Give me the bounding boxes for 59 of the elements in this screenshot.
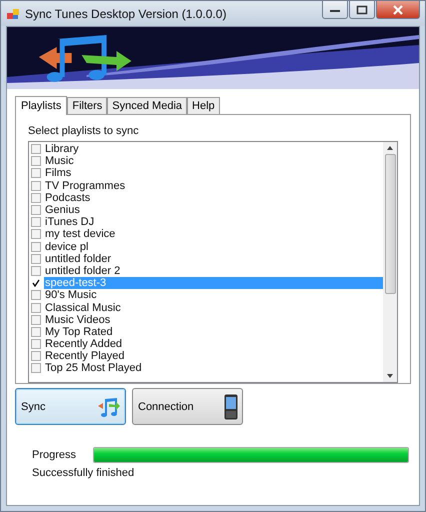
sync-button[interactable]: Sync (15, 388, 126, 425)
playlist-item[interactable]: untitled folder (44, 252, 383, 265)
check-icon (32, 279, 40, 288)
checkbox[interactable] (31, 339, 41, 350)
checkbox[interactable] (31, 168, 41, 178)
playlist-item[interactable]: Classical Music (44, 302, 383, 314)
checkbox[interactable] (31, 278, 41, 288)
app-icon (6, 6, 20, 20)
playlist-item[interactable]: TV Programmes (44, 180, 383, 192)
checkbox[interactable] (31, 144, 41, 154)
playlist-item[interactable]: Music (44, 155, 383, 168)
playlist-item[interactable]: untitled folder 2 (44, 264, 383, 277)
tab[interactable]: Synced Media (107, 97, 188, 114)
checkbox[interactable] (31, 266, 41, 276)
phone-icon (224, 394, 238, 420)
playlist-item[interactable]: Podcasts (44, 192, 383, 204)
checkbox[interactable] (31, 242, 41, 252)
checkbox[interactable] (31, 205, 41, 216)
playlist-item[interactable]: 90's Music (44, 289, 383, 302)
checkbox[interactable] (31, 229, 41, 240)
playlist-item[interactable]: My Top Rated (44, 326, 383, 338)
checkbox[interactable] (31, 302, 41, 313)
connection-button[interactable]: Connection (132, 388, 243, 425)
checkbox[interactable] (31, 180, 41, 191)
window-title: Sync Tunes Desktop Version (1.0.0.0) (25, 6, 228, 20)
checkbox[interactable] (31, 326, 41, 337)
playlist-item[interactable]: Top 25 Most Played (44, 362, 383, 374)
checkbox[interactable] (31, 217, 41, 228)
checkbox[interactable] (31, 192, 41, 203)
checkbox[interactable] (31, 363, 41, 374)
playlist-item[interactable]: Genius (44, 204, 383, 216)
tab[interactable]: Filters (67, 97, 108, 114)
playlist-item[interactable]: Recently Added (44, 338, 383, 350)
tab[interactable]: Playlists (15, 96, 68, 115)
checkbox[interactable] (31, 351, 41, 362)
playlist-item[interactable]: Music Videos (44, 314, 383, 326)
playlist-item[interactable]: my test device (44, 228, 383, 240)
status-text: Successfully finished (31, 466, 136, 479)
playlist-item[interactable]: device pl (44, 240, 383, 253)
close-button[interactable] (376, 1, 420, 19)
close-icon (392, 4, 404, 14)
scroll-up-icon[interactable] (386, 145, 394, 151)
checkbox[interactable] (31, 314, 41, 325)
scrollbar[interactable] (383, 142, 397, 382)
checkbox[interactable] (31, 290, 41, 300)
scroll-thumb[interactable] (384, 154, 396, 294)
maximize-icon (356, 4, 368, 14)
tab[interactable]: Help (187, 97, 220, 114)
minimize-button[interactable] (322, 1, 348, 19)
progress-label: Progress (32, 449, 78, 461)
playlist-item[interactable]: Library (44, 143, 383, 156)
scroll-down-icon[interactable] (386, 373, 394, 379)
playlist-item[interactable]: Films (44, 167, 383, 180)
checkbox[interactable] (31, 156, 41, 166)
playlist-item[interactable]: iTunes DJ (44, 216, 383, 228)
playlist-item[interactable]: Recently Played (44, 350, 383, 362)
maximize-button[interactable] (349, 1, 375, 19)
list-label: Select playlists to sync (28, 125, 140, 137)
checkbox[interactable] (31, 254, 41, 264)
